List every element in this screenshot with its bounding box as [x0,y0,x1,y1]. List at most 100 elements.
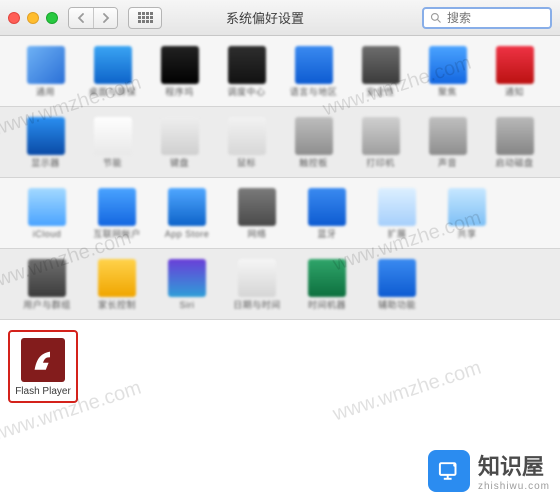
pref-label: 安全性 [366,88,395,98]
pref-tm[interactable]: 时间机器 [294,259,360,311]
pref-a11y[interactable]: 辅助功能 [364,259,430,311]
keyboard-icon [161,117,199,155]
pref-desktop[interactable]: 桌面与屏保 [81,46,144,98]
window-controls [8,12,58,24]
pref-label: 显示器 [31,159,60,169]
appstore-icon [168,188,206,226]
system-preferences-window: 系统偏好设置 通用 桌面与屏保 程序坞 调度中心 语言与地区 安全性 聚焦 通知显示器 节能 键盘… [0,0,560,428]
pref-internet[interactable]: 互联网帐户 [84,188,150,240]
tm-icon [308,259,346,297]
general-icon [27,46,65,84]
mouse-icon [228,117,266,155]
displays-icon [27,117,65,155]
flash-player-highlight: Flash Player [8,330,78,403]
preference-panels: 通用 桌面与屏保 程序坞 调度中心 语言与地区 安全性 聚焦 通知显示器 节能 键盘 鼠标触控板 打印… [0,36,560,320]
pref-security[interactable]: 安全性 [349,46,412,98]
pref-ext[interactable]: 扩展 [364,188,430,240]
pref-label: 节能 [103,159,122,169]
show-all-button[interactable] [128,7,162,29]
pref-startup[interactable]: 启动磁盘 [483,117,546,169]
brand-name: 知识屋 [478,449,550,481]
window-title: 系统偏好设置 [226,8,304,27]
pref-siri[interactable]: Siri [154,259,220,311]
pref-label: 调度中心 [227,88,265,98]
pref-icloud[interactable]: iCloud [14,188,80,240]
pref-label: 蓝牙 [317,230,336,240]
internet-icon [98,188,136,226]
pref-label: 共享 [457,230,476,240]
users-icon [28,259,66,297]
pref-sound[interactable]: 声音 [416,117,479,169]
close-icon[interactable] [8,12,20,24]
notif-icon [496,46,534,84]
pref-label: 语言与地区 [290,88,338,98]
pref-label: 打印机 [366,159,395,169]
brand-domain: zhishiwu.com [478,481,550,492]
pref-label: 辅助功能 [378,301,416,311]
pref-label: 声音 [438,159,457,169]
pref-label: 互联网帐户 [93,230,141,240]
ext-icon [378,188,416,226]
flash-icon [29,346,57,374]
dock-icon [161,46,199,84]
pref-label: 程序坞 [165,88,194,98]
nav-segment [68,7,118,29]
pref-label: 通用 [36,88,55,98]
security-icon [362,46,400,84]
pref-network[interactable]: 网络 [224,188,290,240]
pref-label: 用户与群组 [23,301,71,311]
pref-sharing[interactable]: 共享 [434,188,500,240]
pref-label: 触控板 [299,159,328,169]
pref-displays[interactable]: 显示器 [14,117,77,169]
pref-bluetooth[interactable]: 蓝牙 [294,188,360,240]
pref-energy[interactable]: 节能 [81,117,144,169]
a11y-icon [378,259,416,297]
pref-label: 家长控制 [98,301,136,311]
flash-player-pref[interactable] [21,338,65,382]
forward-button[interactable] [93,8,117,28]
pref-datetime[interactable]: 日期与时间 [224,259,290,311]
pref-dock[interactable]: 程序坞 [148,46,211,98]
search-field[interactable] [422,7,552,29]
pref-label: 时间机器 [308,301,346,311]
pref-spotlight[interactable]: 聚焦 [416,46,479,98]
pref-appstore[interactable]: App Store [154,188,220,240]
site-brand: 知识屋 zhishiwu.com [428,449,550,492]
pref-label: 扩展 [387,230,406,240]
pref-label: 日期与时间 [233,301,281,311]
sharing-icon [448,188,486,226]
maximize-icon[interactable] [46,12,58,24]
trackpad-icon [295,117,333,155]
icloud-icon [28,188,66,226]
pref-label: Siri [180,301,195,311]
pref-label: 网络 [247,230,266,240]
pref-mission[interactable]: 调度中心 [215,46,278,98]
pref-label: App Store [165,230,210,240]
parental-icon [98,259,136,297]
search-icon [430,12,442,24]
minimize-icon[interactable] [27,12,39,24]
pref-label: 聚焦 [438,88,457,98]
pref-keyboard[interactable]: 键盘 [148,117,211,169]
pref-notif[interactable]: 通知 [483,46,546,98]
pref-label: 桌面与屏保 [89,88,137,98]
flash-player-label: Flash Player [15,386,71,397]
search-input[interactable] [447,11,537,25]
pref-label: iCloud [33,230,62,240]
desktop-icon [94,46,132,84]
energy-icon [94,117,132,155]
pref-trackpad[interactable]: 触控板 [282,117,345,169]
brand-logo [428,450,470,492]
pref-printer[interactable]: 打印机 [349,117,412,169]
pref-language[interactable]: 语言与地区 [282,46,345,98]
pref-parental[interactable]: 家长控制 [84,259,150,311]
siri-icon [168,259,206,297]
back-button[interactable] [69,8,93,28]
pref-general[interactable]: 通用 [14,46,77,98]
pref-label: 键盘 [170,159,189,169]
pref-mouse[interactable]: 鼠标 [215,117,278,169]
datetime-icon [238,259,276,297]
pref-label: 启动磁盘 [495,159,533,169]
pref-users[interactable]: 用户与群组 [14,259,80,311]
brand-text-wrap: 知识屋 zhishiwu.com [478,449,550,492]
